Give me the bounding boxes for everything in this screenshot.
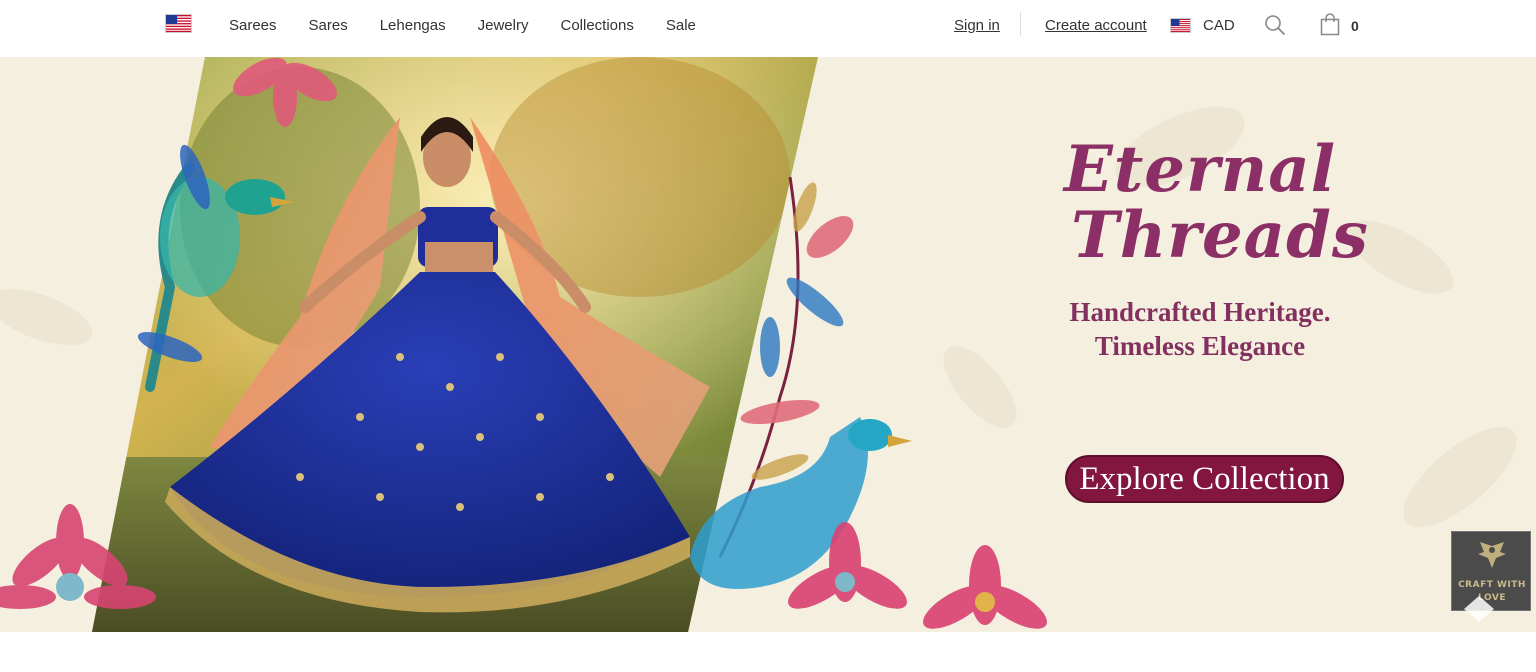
search-icon[interactable] [1264,14,1286,41]
hero-copy: Eternal Threads Handcrafted Heritage. Ti… [1030,137,1370,363]
hero-banner: Eternal Threads Handcrafted Heritage. Ti… [0,57,1536,632]
currency-selector[interactable]: CAD [1203,17,1235,34]
us-flag-icon[interactable] [165,14,192,33]
hero-title-line-1: Eternal [1063,132,1337,207]
explore-collection-button[interactable]: Explore Collection [1065,455,1344,503]
create-account-link[interactable]: Create account [1045,17,1147,34]
nav-item-collections[interactable]: Collections [560,17,633,34]
hero-title: Eternal Threads [1030,137,1370,269]
shopping-bag-icon[interactable] [1320,13,1340,41]
nav-item-jewelry[interactable]: Jewelry [478,17,529,34]
main-nav: Sarees Sares Lehengas Jewelry Collection… [229,17,728,34]
site-header: Sarees Sares Lehengas Jewelry Collection… [0,0,1536,57]
page-content-below [0,632,1536,672]
hero-tagline-line-1: Handcrafted Heritage. [1069,297,1331,327]
hero-tagline-line-2: Timeless Elegance [1094,331,1306,361]
badge-line-1: CRAFT WITH [1458,580,1526,590]
header-divider [1020,12,1021,36]
cart-count[interactable]: 0 [1351,18,1359,34]
hero-tagline: Handcrafted Heritage. Timeless Elegance [1030,295,1370,363]
sign-in-link[interactable]: Sign in [954,17,1000,34]
currency-flag-icon[interactable] [1170,18,1191,33]
chevron-up-icon[interactable] [1462,592,1496,626]
eagle-logo-icon [1476,540,1508,575]
hero-title-line-2: Threads [1071,198,1369,273]
nav-item-lehengas[interactable]: Lehengas [380,17,446,34]
nav-item-sale[interactable]: Sale [666,17,696,34]
nav-item-sarees[interactable]: Sarees [229,17,277,34]
nav-item-sares[interactable]: Sares [309,17,348,34]
